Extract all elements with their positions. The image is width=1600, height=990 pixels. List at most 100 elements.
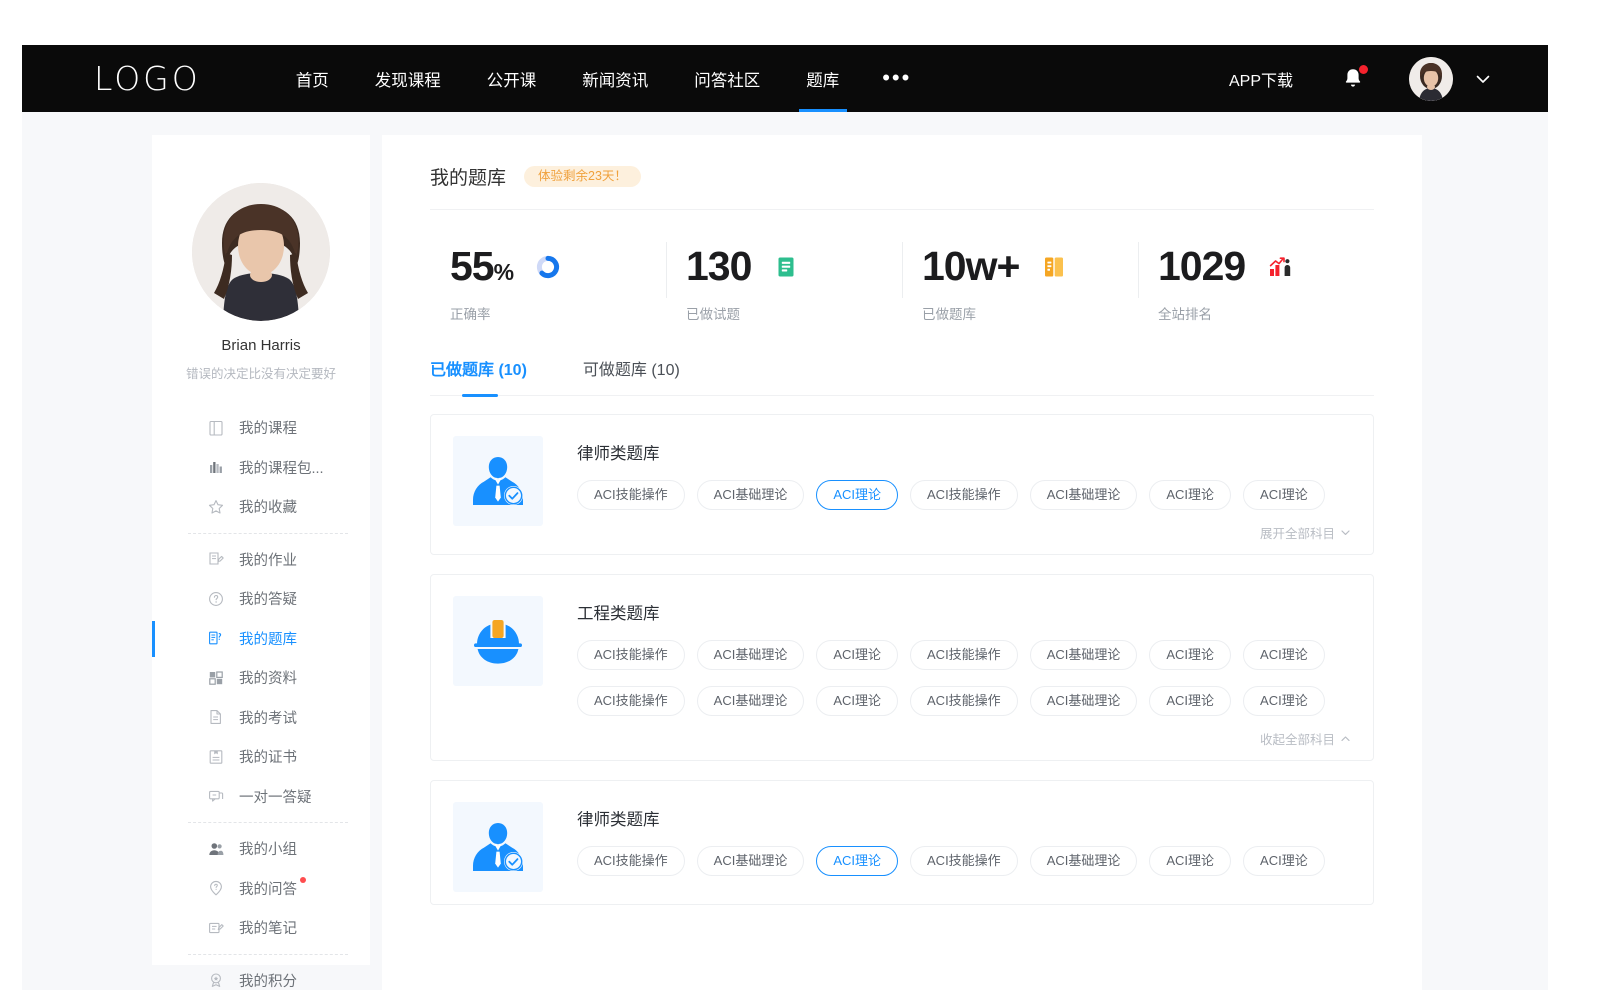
subject-tag[interactable]: ACI理论 — [1243, 686, 1325, 716]
subject-tag[interactable]: ACI技能操作 — [910, 640, 1018, 670]
sidebar-item-9[interactable]: 我的证书 — [152, 737, 370, 777]
nav-item-3[interactable]: 公开课 — [464, 45, 560, 112]
subject-tag[interactable]: ACI技能操作 — [910, 686, 1018, 716]
notification-bell-icon[interactable] — [1341, 66, 1365, 92]
subject-tag[interactable]: ACI技能操作 — [577, 846, 685, 876]
sidebar-item-3[interactable]: 我的收藏 — [152, 487, 370, 527]
stat-label: 全站排名 — [1158, 303, 1374, 323]
tab-2[interactable]: 可做题库 (10) — [583, 356, 680, 395]
sidebar-item-2[interactable]: 我的课程包... — [152, 448, 370, 488]
stats-row: 55%正确率130已做试题10w+已做题库1029全站排名 — [430, 232, 1374, 323]
nav-right-group: APP下载 — [1229, 57, 1493, 101]
chevron-down-icon[interactable] — [1473, 69, 1493, 89]
sidebar-item-6[interactable]: 我的题库 — [152, 619, 370, 659]
subject-tag[interactable]: ACI技能操作 — [577, 480, 685, 510]
stat-number: 1029 — [1158, 243, 1245, 289]
avatar[interactable] — [1409, 57, 1453, 101]
subject-tag[interactable]: ACI理论 — [1149, 846, 1231, 876]
tab-1[interactable]: 已做题库 (10) — [430, 356, 527, 395]
card-body: 工程类题库ACI技能操作ACI基础理论ACI理论ACI技能操作ACI基础理论AC… — [577, 596, 1351, 748]
sidebar-item-label: 我的积分 — [239, 970, 297, 990]
sidebar-item-10[interactable]: 一对一答疑 — [152, 777, 370, 817]
subject-tag[interactable]: ACI基础理论 — [1030, 640, 1138, 670]
subject-tag[interactable]: ACI理论 — [816, 846, 898, 876]
subject-tag[interactable]: ACI基础理论 — [1030, 686, 1138, 716]
subject-tag[interactable]: ACI理论 — [816, 640, 898, 670]
more-menu-icon[interactable]: ••• — [862, 45, 931, 112]
question-bank-card[interactable]: 工程类题库ACI技能操作ACI基础理论ACI理论ACI技能操作ACI基础理论AC… — [430, 574, 1374, 761]
stat-value: 10w+ — [922, 246, 1019, 287]
lawyer-icon — [453, 436, 543, 526]
sidebar-item-14[interactable]: 我的积分 — [152, 961, 370, 990]
group-icon — [207, 840, 225, 858]
subject-tag[interactable]: ACI基础理论 — [697, 640, 805, 670]
certificate-icon — [207, 748, 225, 766]
subject-tag[interactable]: ACI技能操作 — [910, 846, 1018, 876]
subject-tag[interactable]: ACI基础理论 — [697, 846, 805, 876]
question-bank-icon — [207, 629, 225, 647]
top-navigation-bar: LOGO 首页发现课程公开课新闻资讯问答社区题库 ••• APP下载 — [22, 45, 1548, 112]
tag-row: ACI技能操作 ACI基础理论 ACI理论 ACI技能操作 ACI基础理论 ACI理论 AC… — [577, 846, 1351, 876]
stat-value-row: 10w+ — [922, 246, 1138, 287]
chevron-up-icon — [1340, 733, 1351, 744]
sidebar-item-5[interactable]: 我的答疑 — [152, 579, 370, 619]
question-bank-card[interactable]: 律师类题库ACI技能操作ACI基础理论ACI理论ACI技能操作ACI基础理论AC… — [430, 414, 1374, 555]
stat-value-row: 55% — [450, 246, 666, 287]
subject-tag[interactable]: ACI技能操作 — [577, 686, 685, 716]
sidebar-item-13[interactable]: 我的笔记 — [152, 908, 370, 948]
subject-tag[interactable]: ACI理论 — [1243, 480, 1325, 510]
site-logo[interactable]: LOGO — [94, 59, 201, 98]
lawyer-icon — [453, 802, 543, 892]
question-bank-card[interactable]: 律师类题库ACI技能操作ACI基础理论ACI理论ACI技能操作ACI基础理论AC… — [430, 780, 1374, 905]
subject-tag[interactable]: ACI基础理论 — [697, 480, 805, 510]
subject-tag[interactable]: ACI理论 — [816, 480, 898, 510]
main-panel: 我的题库 体验剩余23天！ 55%正确率130已做试题10w+已做题库1029全… — [382, 135, 1422, 990]
stat-number: 55 — [450, 243, 494, 289]
sidebar-item-label: 我的收藏 — [239, 496, 297, 517]
nav-item-2[interactable]: 发现课程 — [352, 45, 464, 112]
stat-number: 130 — [686, 243, 751, 289]
subject-tag[interactable]: ACI理论 — [1149, 640, 1231, 670]
subject-tag[interactable]: ACI理论 — [1149, 686, 1231, 716]
donut-chart-icon — [534, 253, 562, 281]
unread-dot — [300, 877, 306, 883]
stat-value: 1029 — [1158, 246, 1245, 287]
sidebar-item-1[interactable]: 我的课程 — [152, 408, 370, 448]
app-download-link[interactable]: APP下载 — [1229, 67, 1293, 91]
sidebar-item-12[interactable]: 我的问答 — [152, 869, 370, 909]
sidebar-item-7[interactable]: 我的资料 — [152, 658, 370, 698]
main-header: 我的题库 体验剩余23天！ — [430, 163, 1374, 210]
sidebar-item-8[interactable]: 我的考试 — [152, 698, 370, 738]
question-bank-card-list: 律师类题库ACI技能操作ACI基础理论ACI理论ACI技能操作ACI基础理论AC… — [430, 414, 1374, 905]
card-body: 律师类题库ACI技能操作ACI基础理论ACI理论ACI技能操作ACI基础理论AC… — [577, 802, 1351, 892]
tag-row: ACI技能操作 ACI基础理论 ACI理论 ACI技能操作 ACI基础理论 ACI理论 AC… — [577, 686, 1351, 716]
sidebar-item-4[interactable]: 我的作业 — [152, 540, 370, 580]
sidebar-item-11[interactable]: 我的小组 — [152, 829, 370, 869]
trial-status-badge: 体验剩余23天！ — [524, 166, 641, 188]
subject-tag[interactable]: ACI基础理论 — [1030, 846, 1138, 876]
medal-icon — [207, 971, 225, 989]
expand-collapse-subjects-link[interactable]: 展开全部科目 — [1260, 523, 1351, 542]
stat-card-4: 1029 全站排名 — [1138, 232, 1374, 323]
nav-item-6[interactable]: 题库 — [783, 45, 862, 112]
card-footer: 展开全部科目 — [577, 523, 1351, 542]
subject-tag[interactable]: ACI理论 — [1243, 846, 1325, 876]
subject-tag[interactable]: ACI技能操作 — [577, 640, 685, 670]
subject-tag[interactable]: ACI基础理论 — [1030, 480, 1138, 510]
subject-tag[interactable]: ACI基础理论 — [697, 686, 805, 716]
subject-tag[interactable]: ACI理论 — [816, 686, 898, 716]
notification-badge-dot — [1359, 65, 1368, 74]
bar-chart-icon — [207, 458, 225, 476]
nav-item-5[interactable]: 问答社区 — [671, 45, 783, 112]
subject-tag[interactable]: ACI理论 — [1243, 640, 1325, 670]
expand-collapse-label: 展开全部科目 — [1260, 523, 1335, 542]
chat-icon — [207, 787, 225, 805]
nav-item-4[interactable]: 新闻资讯 — [559, 45, 671, 112]
files-icon — [207, 669, 225, 687]
subject-tag[interactable]: ACI技能操作 — [910, 480, 1018, 510]
subject-tag[interactable]: ACI理论 — [1149, 480, 1231, 510]
nav-item-1[interactable]: 首页 — [273, 45, 352, 112]
stat-card-1: 55%正确率 — [430, 232, 666, 323]
card-title: 律师类题库 — [577, 806, 1351, 830]
expand-collapse-subjects-link[interactable]: 收起全部科目 — [1260, 729, 1351, 748]
